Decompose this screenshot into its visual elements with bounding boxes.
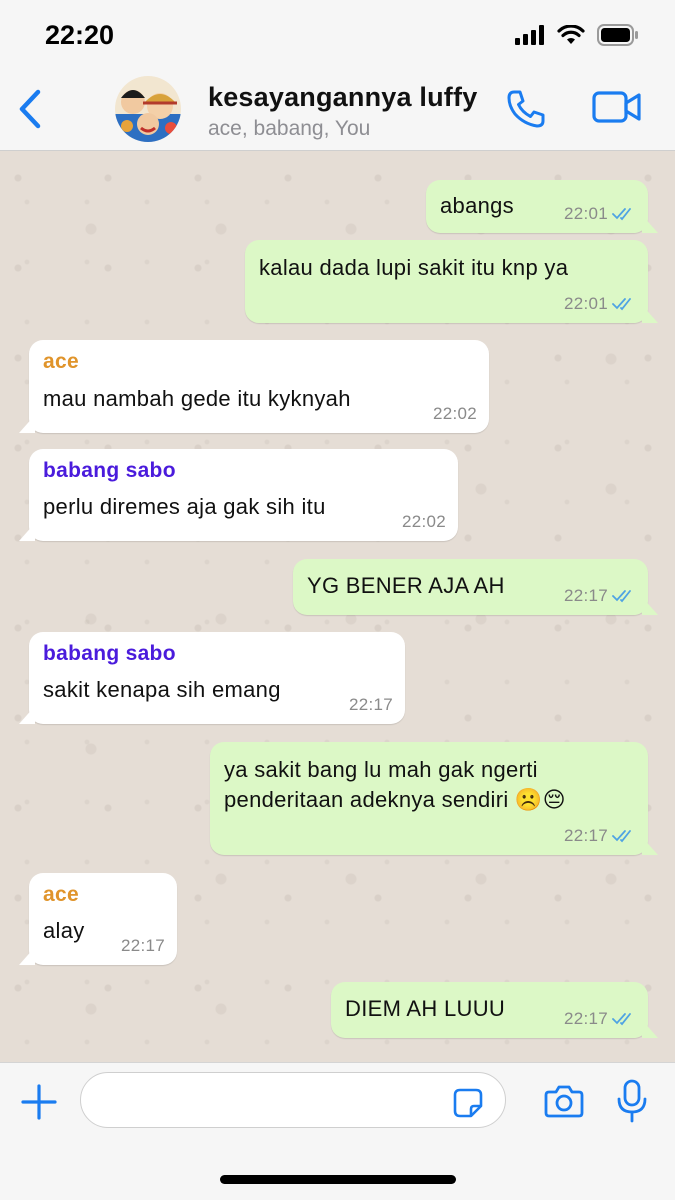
message-time: 22:01	[563, 294, 608, 313]
read-receipt-icon	[612, 298, 631, 311]
message-input-bar	[0, 1062, 675, 1200]
plus-attach-icon[interactable]	[20, 1083, 58, 1121]
message-sender: ace	[43, 883, 79, 906]
message-text-line-1: ya sakit bang lu mah gak ngerti	[224, 757, 538, 782]
message-text: abangs	[440, 193, 514, 218]
message-time: 22:17	[563, 826, 608, 845]
message-meta: 22:02	[402, 512, 446, 532]
message-time: 22:02	[432, 404, 477, 423]
read-receipt-icon	[612, 830, 631, 843]
group-avatar[interactable]	[115, 76, 181, 142]
sticker-icon[interactable]	[452, 1087, 484, 1119]
wifi-icon	[557, 25, 585, 44]
message-sender: babang sabo	[43, 459, 176, 482]
status-time: 22:20	[45, 20, 115, 50]
message-bubble-outgoing[interactable]: ya sakit bang lu mah gak ngerti penderit…	[210, 742, 658, 855]
message-meta: 22:17	[564, 826, 636, 846]
microphone-icon[interactable]	[616, 1079, 648, 1123]
home-indicator[interactable]	[220, 1175, 456, 1184]
message-bubble-outgoing[interactable]: abangs 22:01	[426, 180, 658, 233]
message-time: 22:17	[563, 1009, 608, 1028]
read-receipt-icon	[612, 1013, 631, 1026]
chat-messages-area[interactable]: abangs 22:01 kalau dada lupi sakit itu k…	[0, 151, 675, 1062]
message-bubble-incoming[interactable]: babang sabo sakit kenapa sih emang 22:17	[19, 632, 405, 724]
status-icons	[515, 24, 639, 46]
message-text: perlu diremes aja gak sih itu	[43, 494, 326, 519]
message-time: 22:17	[563, 586, 608, 605]
chat-title: kesayangannya luffy	[208, 82, 478, 112]
message-time: 22:17	[120, 936, 165, 955]
message-text: sakit kenapa sih emang	[43, 677, 281, 702]
status-bar: 22:20	[0, 0, 675, 70]
message-text: DIEM AH LUUU	[345, 996, 506, 1021]
message-time: 22:01	[563, 204, 608, 223]
message-meta: 22:02	[433, 404, 477, 424]
chat-title-block[interactable]: kesayangannya luffy ace, babang, You	[208, 82, 477, 141]
message-text: YG BENER AJA AH	[307, 573, 505, 598]
back-chevron-icon[interactable]	[14, 88, 46, 130]
message-time: 22:02	[401, 512, 446, 531]
video-call-icon[interactable]	[592, 88, 642, 126]
message-text: alay	[43, 918, 85, 943]
message-meta: 22:17	[121, 936, 165, 956]
message-meta: 22:17	[564, 586, 636, 606]
read-receipt-icon	[612, 208, 631, 221]
message-bubble-outgoing[interactable]: DIEM AH LUUU 22:17	[331, 982, 658, 1038]
voice-call-icon[interactable]	[505, 88, 547, 130]
cellular-signal-icon	[515, 25, 544, 45]
message-bubble-incoming[interactable]: ace alay 22:17	[19, 873, 177, 965]
message-sender: babang sabo	[43, 642, 176, 665]
message-bubble-outgoing[interactable]: kalau dada lupi sakit itu knp ya 22:01	[245, 240, 658, 323]
camera-icon[interactable]	[544, 1083, 584, 1119]
message-text: mau nambah gede itu kyknyah	[43, 386, 351, 411]
chat-screen: 22:20 kesayangannya luffy ace, babang, Y…	[0, 0, 675, 1200]
message-bubble-outgoing[interactable]: YG BENER AJA AH 22:17	[293, 559, 658, 615]
message-text-line-2: penderitaan adeknya sendiri ☹️😔	[224, 787, 566, 812]
message-bubble-incoming[interactable]: ace mau nambah gede itu kyknyah 22:02	[19, 340, 489, 433]
message-sender: ace	[43, 350, 79, 373]
message-meta: 22:01	[564, 294, 636, 314]
message-meta: 22:17	[564, 1009, 636, 1029]
message-text: kalau dada lupi sakit itu knp ya	[259, 255, 569, 280]
read-receipt-icon	[612, 590, 631, 603]
chat-participants: ace, babang, You	[208, 117, 371, 140]
group-avatar-image	[115, 76, 181, 142]
battery-icon	[597, 24, 638, 46]
message-meta: 22:17	[349, 695, 393, 715]
chat-header: kesayangannya luffy ace, babang, You	[0, 70, 675, 151]
message-bubble-incoming[interactable]: babang sabo perlu diremes aja gak sih it…	[19, 449, 458, 541]
message-input[interactable]	[80, 1072, 506, 1128]
message-time: 22:17	[348, 695, 393, 714]
message-meta: 22:01	[564, 204, 636, 224]
